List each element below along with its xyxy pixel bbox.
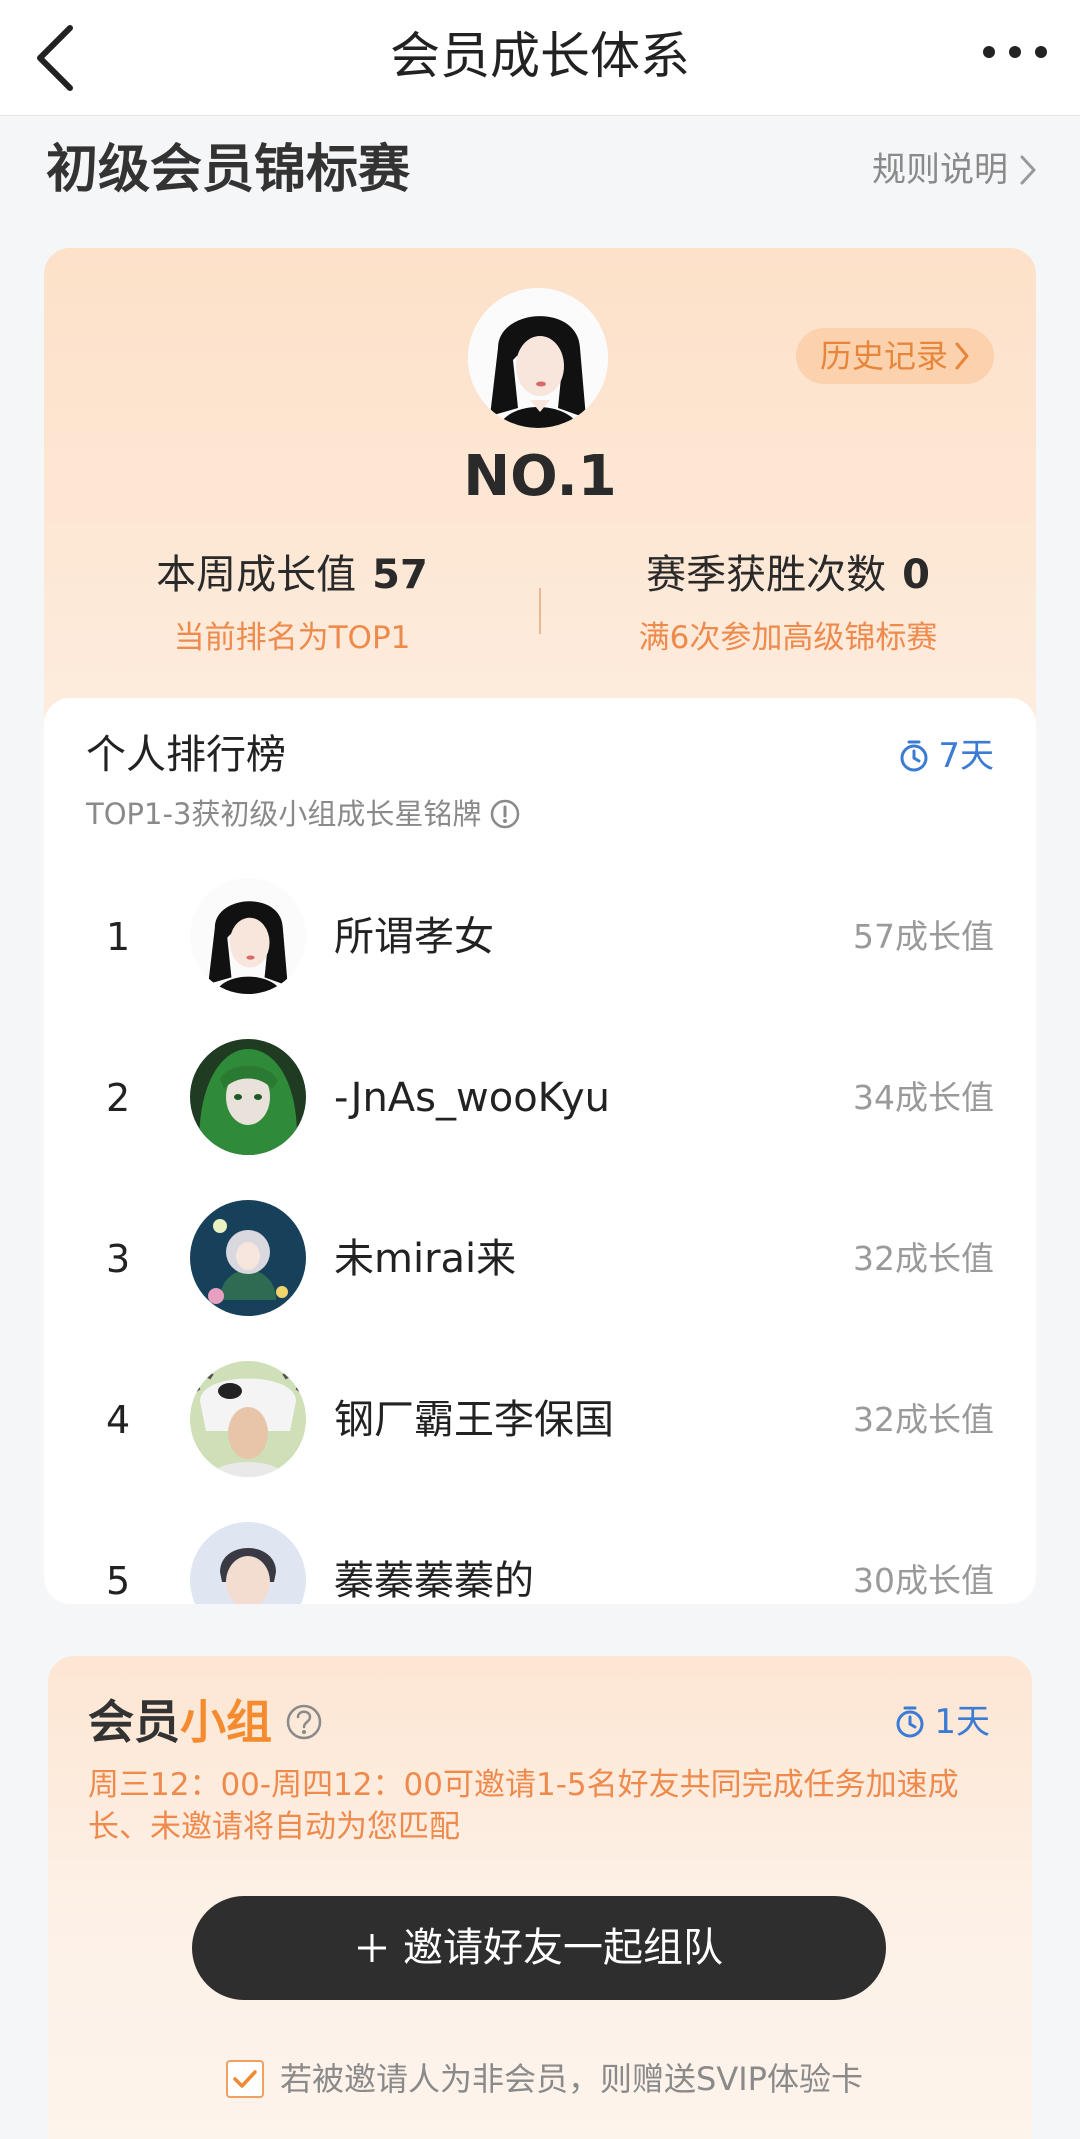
table-row[interactable]: 2 -JnAs_wooKyu 34成长值 — [44, 1039, 1036, 1155]
leaderboard-subtitle-text: TOP1-3获初级小组成长星铭牌 — [86, 797, 482, 831]
row-rank: 5 — [106, 1559, 131, 1603]
current-rank: NO.1 — [463, 444, 617, 509]
growth-value: 57 — [372, 552, 428, 598]
table-row[interactable]: 3 未mirai来 32成长值 — [44, 1200, 1036, 1316]
group-description: 周三12：00-周四12：00可邀请1-5名好友共同完成任务加速成长、未邀请将自… — [88, 1767, 959, 1845]
row-rank: 4 — [106, 1398, 131, 1442]
avatar[interactable] — [190, 1039, 306, 1155]
row-rank: 1 — [106, 915, 131, 959]
table-row[interactable]: 1 所谓孝女 57成长值 — [44, 878, 1036, 994]
row-score: 57成长值 — [853, 917, 994, 956]
row-score: 32成长值 — [853, 1400, 994, 1439]
plus-icon — [358, 1934, 386, 1962]
svip-gift-label: 若被邀请人为非会员，则赠送SVIP体验卡 — [280, 2060, 863, 2098]
leaderboard-timer: 7天 — [898, 732, 994, 780]
avatar[interactable] — [190, 1361, 306, 1477]
leaderboard-subtitle: TOP1-3获初级小组成长星铭牌 — [86, 794, 521, 834]
group-title-part1: 会员 — [88, 1695, 180, 1749]
timer-icon — [896, 1706, 924, 1738]
tournament-card: 历史记录 NO.1 本周成长值 57 当前排名为TOP1 赛季获胜次数 0 满6次参… — [44, 248, 1036, 1604]
invite-label: 邀请好友一起组队 — [403, 1925, 723, 1971]
chevron-right-icon — [955, 342, 969, 370]
wins-label: 赛季获胜次数 — [646, 552, 887, 598]
table-row[interactable]: 4 钢厂霸王李保国 32成长值 — [44, 1361, 1036, 1477]
wins-sub: 满6次参加高级锦标赛 — [638, 620, 938, 656]
top-bar: 会员成长体系 — [0, 0, 1080, 116]
row-score: 32成长值 — [853, 1239, 994, 1278]
row-name: 未mirai来 — [334, 1236, 517, 1282]
avatar[interactable] — [190, 878, 306, 994]
row-name: -JnAs_wooKyu — [334, 1075, 611, 1121]
leaderboard-title: 个人排行榜 — [86, 732, 286, 778]
row-name: 所谓孝女 — [334, 914, 494, 960]
weekly-growth-stat: 本周成长值 57 当前排名为TOP1 — [44, 548, 540, 660]
table-row[interactable]: 5 蓁蓁蓁蓁的 30成长值 — [44, 1522, 1036, 1604]
row-score: 34成长值 — [853, 1078, 994, 1117]
growth-sub: 当前排名为TOP1 — [173, 620, 411, 656]
timer-icon — [900, 740, 928, 772]
help-icon[interactable] — [284, 1702, 324, 1742]
wins-value: 0 — [902, 552, 930, 598]
page-title: 会员成长体系 — [390, 27, 690, 85]
member-group-card: 会员 小组 1天 周三12：00-周四12：00可邀请1-5名好友共同完成任务加速… — [48, 1656, 1032, 2139]
invite-friends-button[interactable]: 邀请好友一起组队 — [192, 1896, 886, 2000]
leaderboard-timer-text: 7天 — [938, 736, 994, 776]
group-title: 会员 小组 — [88, 1692, 324, 1752]
row-name: 蓁蓁蓁蓁的 — [334, 1558, 534, 1604]
avatar[interactable] — [190, 1522, 306, 1604]
check-icon — [233, 2070, 257, 2088]
avatar[interactable] — [190, 1200, 306, 1316]
group-timer-text: 1天 — [934, 1702, 990, 1742]
row-rank: 2 — [106, 1076, 131, 1120]
group-timer: 1天 — [894, 1698, 990, 1746]
row-score: 30成长值 — [853, 1561, 994, 1600]
row-name: 钢厂霸王李保国 — [334, 1397, 614, 1443]
season-wins-stat: 赛季获胜次数 0 满6次参加高级锦标赛 — [540, 548, 1036, 660]
avatar — [468, 288, 608, 428]
section-title: 初级会员锦标赛 — [46, 140, 411, 200]
history-label: 历史记录 — [819, 337, 948, 375]
svip-gift-option[interactable]: 若被邀请人为非会员，则赠送SVIP体验卡 — [226, 2056, 863, 2102]
row-rank: 3 — [106, 1237, 131, 1281]
svip-gift-checkbox[interactable] — [226, 2060, 264, 2098]
growth-label: 本周成长值 — [156, 552, 357, 598]
info-icon[interactable] — [489, 798, 521, 830]
more-icon[interactable] — [980, 40, 1050, 64]
rules-label: 规则说明 — [872, 150, 1008, 190]
chevron-right-icon — [1020, 155, 1036, 185]
group-title-part2: 小组 — [180, 1695, 272, 1749]
history-button[interactable]: 历史记录 — [795, 328, 994, 384]
leaderboard-card[interactable]: 个人排行榜 7天 TOP1-3获初级小组成长星铭牌 1 所谓孝女 57成长值 2… — [44, 698, 1036, 1604]
rules-link[interactable]: 规则说明 — [872, 146, 1038, 194]
